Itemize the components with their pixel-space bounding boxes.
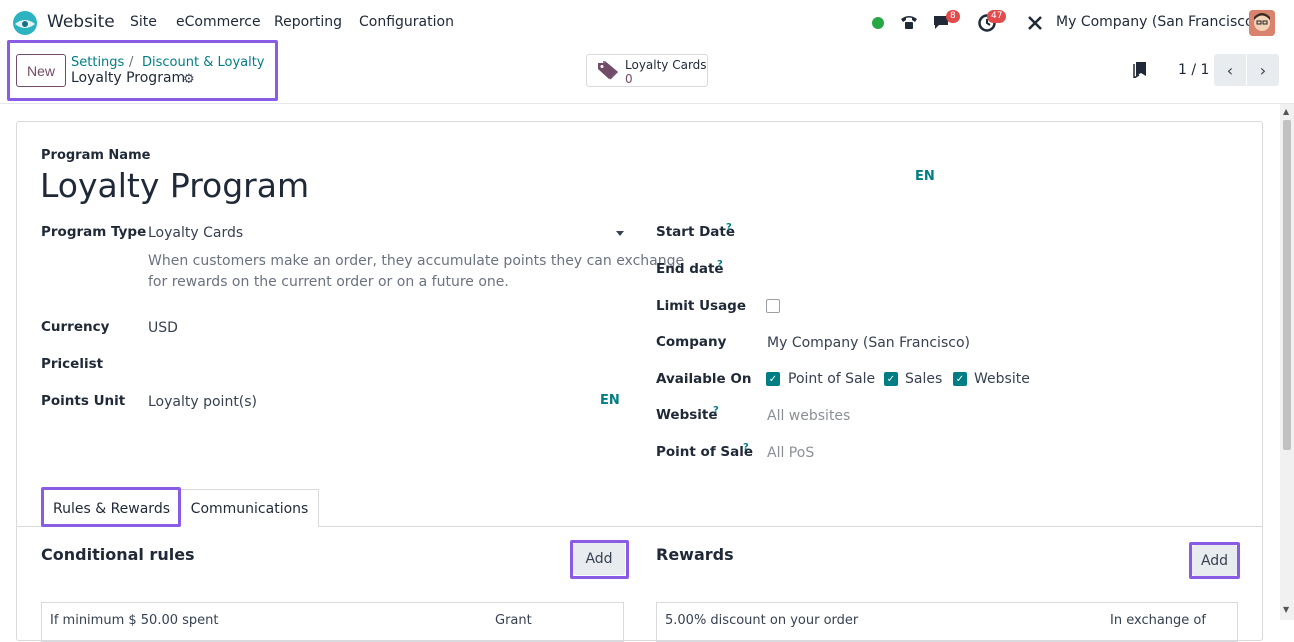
rule-summary: If minimum $ 50.00 spent <box>50 613 219 628</box>
chevron-right-icon: › <box>1259 60 1267 80</box>
website-help-icon[interactable]: ? <box>713 405 719 416</box>
sales-option[interactable]: Sales <box>905 371 942 387</box>
smart-button-label: Loyalty Cards <box>625 58 707 72</box>
website-label: Website <box>656 407 718 423</box>
pager-previous-button[interactable]: ‹ <box>1214 54 1246 86</box>
smart-button-value: 0 <box>625 72 633 86</box>
limit-usage-checkbox[interactable] <box>766 299 780 313</box>
pager-next-button[interactable]: › <box>1247 54 1279 86</box>
bookmark-icon[interactable] <box>1133 62 1147 78</box>
start-date-help-icon[interactable]: ? <box>726 222 732 233</box>
scroll-down-icon[interactable]: ▼ <box>1283 605 1289 614</box>
highlight-add-rule <box>570 540 629 579</box>
check-icon: ✓ <box>768 373 778 385</box>
website-option[interactable]: Website <box>974 371 1030 387</box>
rewards-title: Rewards <box>656 545 734 564</box>
program-type-select[interactable]: Loyalty Cards <box>148 225 243 241</box>
available-on-label: Available On <box>656 371 752 387</box>
limit-usage-label: Limit Usage <box>656 298 747 314</box>
company-label: Company <box>656 334 727 350</box>
rule-card[interactable]: If minimum $ 50.00 spent Grant <box>41 602 624 642</box>
caret-down-icon[interactable] <box>616 231 624 236</box>
messages-badge: 8 <box>946 10 960 23</box>
program-name-input[interactable]: Loyalty Program <box>40 166 309 205</box>
chevron-left-icon: ‹ <box>1226 60 1234 80</box>
program-type-label: Program Type <box>41 224 147 240</box>
website-app-icon[interactable] <box>12 10 38 36</box>
pager-value[interactable]: 1 / 1 <box>1178 62 1209 78</box>
end-date-help-icon[interactable]: ? <box>717 259 723 270</box>
scroll-up-icon[interactable]: ▲ <box>1283 107 1289 116</box>
program-type-description-2: for rewards on the current order or on a… <box>148 274 509 290</box>
gear-icon[interactable]: ⚙ <box>183 72 195 87</box>
control-panel: New Settings / Discount & Loyalty Loyalt… <box>0 40 1294 104</box>
reward-summary: 5.00% discount on your order <box>665 613 859 628</box>
point-of-sale-label: Point of Sale <box>656 444 754 460</box>
new-button[interactable]: New <box>16 54 66 87</box>
page-scrollbar[interactable]: ▲ ▼ <box>1280 104 1294 620</box>
program-name-lang-button[interactable]: EN <box>915 169 935 184</box>
points-unit-label: Points Unit <box>41 393 126 409</box>
tab-label: Communications <box>190 500 309 517</box>
reward-card[interactable]: 5.00% discount on your order In exchange… <box>656 602 1238 642</box>
conditional-rules-title: Conditional rules <box>41 545 195 564</box>
website-checkbox[interactable]: ✓ <box>953 372 967 386</box>
activities-badge: 47 <box>987 10 1007 23</box>
debug-tools-icon[interactable] <box>1026 14 1044 32</box>
breadcrumb-settings[interactable]: Settings <box>71 55 124 70</box>
points-unit-input[interactable]: Loyalty point(s) <box>148 394 257 410</box>
start-date-label: Start Date <box>656 224 736 240</box>
company-field[interactable]: My Company (San Francisco) <box>767 335 970 351</box>
check-icon: ✓ <box>955 373 965 385</box>
point-of-sale-help-icon[interactable]: ? <box>743 442 749 453</box>
company-switcher[interactable]: My Company (San Francisco) <box>1056 14 1259 30</box>
program-type-description-1: When customers make an order, they accum… <box>148 253 685 269</box>
menu-site[interactable]: Site <box>130 14 157 30</box>
menu-reporting[interactable]: Reporting <box>274 14 342 30</box>
currency-label: Currency <box>41 319 110 335</box>
app-name[interactable]: Website <box>47 12 115 32</box>
breadcrumb-current: Loyalty Program <box>71 70 186 86</box>
reward-exchange: In exchange of <box>1110 613 1206 628</box>
avatar-face-icon <box>1249 10 1275 36</box>
points-unit-lang-button[interactable]: EN <box>600 393 620 408</box>
rule-grant: Grant <box>495 613 532 628</box>
scrollbar-thumb[interactable] <box>1283 120 1291 450</box>
point-of-sale-checkbox[interactable]: ✓ <box>766 372 780 386</box>
loyalty-cards-smart-button[interactable]: Loyalty Cards 0 <box>586 54 708 87</box>
check-icon: ✓ <box>886 373 896 385</box>
phone-icon[interactable] <box>899 13 919 31</box>
currency-field[interactable]: USD <box>148 320 178 336</box>
highlight-add-reward <box>1189 542 1240 579</box>
tab-communications[interactable]: Communications <box>180 489 319 527</box>
program-name-label: Program Name <box>41 148 151 163</box>
menu-ecommerce[interactable]: eCommerce <box>176 14 261 30</box>
breadcrumb-discount-loyalty[interactable]: Discount & Loyalty <box>142 55 265 70</box>
highlight-rules-tab <box>41 487 181 527</box>
presence-status-icon <box>872 17 884 29</box>
point-of-sale-select[interactable]: All PoS <box>767 445 814 461</box>
user-avatar[interactable] <box>1249 10 1275 36</box>
end-date-label: End date <box>656 261 724 277</box>
tags-icon <box>598 61 619 80</box>
website-select[interactable]: All websites <box>767 408 850 424</box>
point-of-sale-option[interactable]: Point of Sale <box>788 371 875 387</box>
menu-configuration[interactable]: Configuration <box>359 14 454 30</box>
pricelist-label: Pricelist <box>41 356 104 372</box>
sales-checkbox[interactable]: ✓ <box>884 372 898 386</box>
breadcrumb-separator: / <box>129 55 134 70</box>
